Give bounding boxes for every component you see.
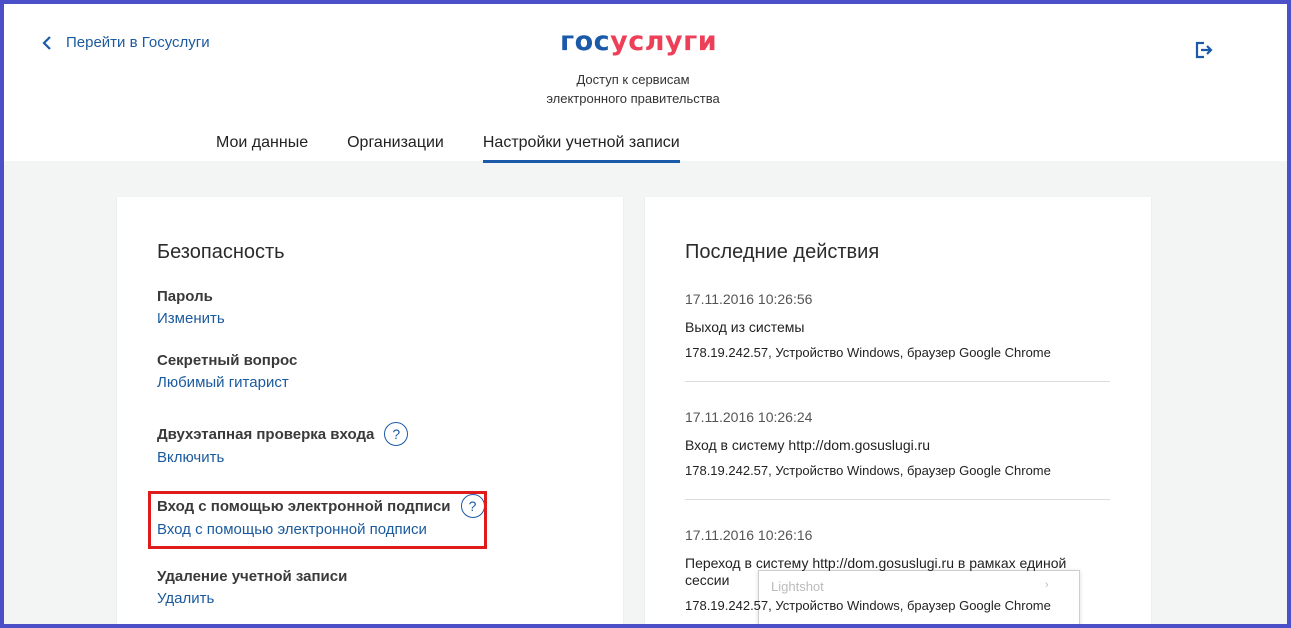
subtitle-line2: электронного правительства (546, 91, 720, 106)
logo-part-gos: гос (560, 26, 611, 57)
divider (685, 499, 1110, 500)
delete-account-item: Удаление учетной записи Удалить (157, 568, 347, 607)
recent-actions-title: Последние действия (685, 241, 880, 263)
security-card: Безопасность Пароль Изменить Секретный в… (117, 197, 623, 624)
secret-question-label: Секретный вопрос (157, 352, 298, 369)
activity-action: Выход из системы (685, 319, 805, 335)
two-step-item: Двухэтапная проверка входа ? Включить (157, 422, 409, 466)
gosuslugi-logo: госуслуги (560, 26, 717, 57)
activity-device: 178.19.242.57, Устройство Windows, брауз… (685, 345, 1051, 360)
chevron-left-icon (42, 35, 51, 50)
activity-date: 17.11.2016 10:26:16 (685, 527, 813, 543)
activity-entry: 17.11.2016 10:26:16 Переход в систему ht… (685, 527, 1095, 613)
tab-organizations[interactable]: Организации (347, 134, 444, 163)
two-step-label: Двухэтапная проверка входа (157, 425, 375, 443)
header: Перейти в Госуслуги госуслуги Доступ к с… (4, 4, 1287, 163)
digital-signature-label: Вход с помощью электронной подписи (157, 497, 451, 515)
password-label: Пароль (157, 288, 213, 305)
help-icon[interactable]: ? (384, 422, 409, 446)
account-tabs: Мои данные Организации Настройки учетной… (216, 134, 719, 163)
recent-actions-card: Последние действия 17.11.2016 10:26:56 В… (645, 197, 1151, 624)
divider (685, 381, 1110, 382)
digital-signature-item: Вход с помощью электронной подписи ? Вхо… (157, 494, 485, 538)
logout-icon[interactable] (1194, 40, 1214, 60)
activity-entry: 17.11.2016 10:26:24 Вход в систему http:… (685, 409, 1115, 478)
logo-part-uslugi: услуги (610, 26, 718, 57)
activity-action: Переход в систему http://dom.gosuslugi.r… (685, 555, 1067, 588)
subtitle-line1: Доступ к сервисам (576, 72, 690, 87)
delete-account-link[interactable]: Удалить (157, 590, 347, 607)
back-link-label: Перейти в Госуслуги (66, 34, 210, 51)
two-step-row: Двухэтапная проверка входа ? (157, 422, 409, 446)
activity-device: 178.19.242.57, Устройство Windows, брауз… (685, 598, 1051, 613)
header-subtitle: Доступ к сервисам электронного правитель… (490, 70, 776, 108)
enable-two-step-link[interactable]: Включить (157, 449, 408, 466)
page-frame: Перейти в Госуслуги госуслуги Доступ к с… (4, 4, 1287, 624)
activity-device: 178.19.242.57, Устройство Windows, брауз… (685, 463, 1051, 478)
activity-date: 17.11.2016 10:26:56 (685, 291, 813, 307)
change-password-link[interactable]: Изменить (157, 310, 225, 327)
secret-question-item: Секретный вопрос Любимый гитарист (157, 352, 297, 391)
activity-entry: 17.11.2016 10:26:56 Выход из системы 178… (685, 291, 1115, 360)
digital-signature-row: Вход с помощью электронной подписи ? (157, 494, 485, 518)
activity-action: Вход в систему http://dom.gosuslugi.ru (685, 437, 931, 453)
tab-account-settings[interactable]: Настройки учетной записи (482, 134, 680, 163)
activity-date: 17.11.2016 10:26:24 (685, 409, 813, 425)
password-item: Пароль Изменить (157, 288, 225, 327)
secret-question-link[interactable]: Любимый гитарист (157, 374, 297, 391)
digital-signature-link[interactable]: Вход с помощью электронной подписи (157, 521, 485, 538)
help-icon[interactable]: ? (460, 494, 485, 518)
back-to-gosuslugi-link[interactable]: Перейти в Госуслуги (42, 34, 210, 51)
delete-account-label: Удаление учетной записи (157, 568, 348, 585)
security-title: Безопасность (157, 241, 285, 263)
tab-my-data[interactable]: Мои данные (216, 134, 308, 163)
